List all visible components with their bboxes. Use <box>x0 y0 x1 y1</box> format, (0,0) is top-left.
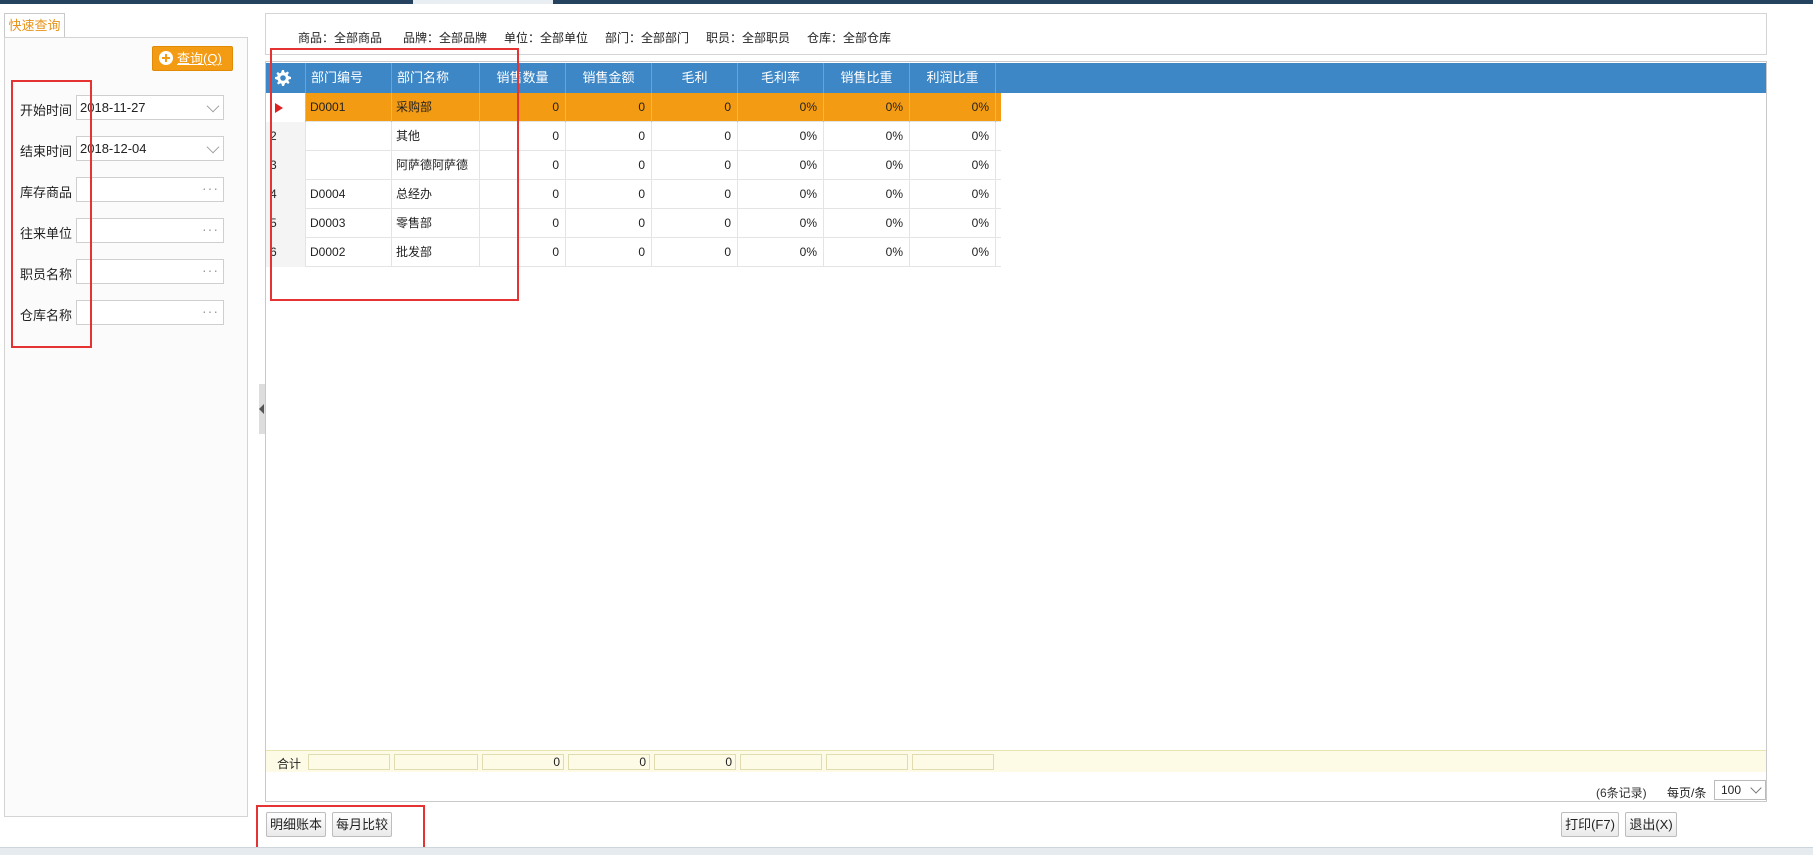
total-cell: 0 <box>654 754 736 770</box>
table-cell: 0 <box>652 93 738 122</box>
total-row: 合计 000 <box>266 750 1766 772</box>
table-cell: 0% <box>910 122 996 151</box>
date-field[interactable]: 2018-11-27 <box>76 95 224 120</box>
table-cell: 0 <box>652 122 738 151</box>
pager: (6条记录) 每页/条 100 <box>266 780 1766 802</box>
table-cell: 0% <box>910 151 996 180</box>
total-cell <box>740 754 822 770</box>
filter-staff: 职员：全部职员 <box>706 31 791 45</box>
table-cell: 0% <box>910 180 996 209</box>
column-header[interactable]: 销售比重 <box>824 63 910 93</box>
query-button-label: 查询(Q) <box>177 51 222 66</box>
table-cell: 0% <box>910 238 996 267</box>
per-page-label: 每页/条 <box>1667 786 1707 800</box>
table-cell: 0% <box>824 93 910 122</box>
table-cell: 0 <box>566 93 652 122</box>
table-cell: 0 <box>652 151 738 180</box>
more-dots-icon[interactable]: ··· <box>202 262 219 278</box>
table-cell: 0% <box>738 122 824 151</box>
table-cell: 0% <box>738 93 824 122</box>
table-cell: 0% <box>824 209 910 238</box>
active-tab-strip <box>413 0 553 4</box>
top-app-bar <box>0 0 1813 4</box>
table-cell: 0 <box>566 122 652 151</box>
table-cell: 0% <box>738 180 824 209</box>
filter-unit: 单位：全部单位 <box>504 31 589 45</box>
filter-product: 商品：全部商品 <box>298 31 383 45</box>
table-cell: 0 <box>652 209 738 238</box>
per-page-select[interactable]: 100 <box>1714 780 1766 800</box>
filter-brand: 品牌：全部品牌 <box>403 31 488 45</box>
annotation-box-bottom-buttons <box>256 805 425 851</box>
table-cell: 0% <box>824 180 910 209</box>
total-cell <box>912 754 994 770</box>
table-cell: 0% <box>738 151 824 180</box>
filter-department: 部门：全部部门 <box>605 31 690 45</box>
picker-field[interactable]: ··· <box>76 300 224 325</box>
exit-button[interactable]: 退出(X) <box>1625 812 1677 837</box>
table-cell: 0% <box>910 209 996 238</box>
annotation-box-labels <box>11 80 92 348</box>
date-field[interactable]: 2018-12-04 <box>76 136 224 161</box>
column-header[interactable]: 毛利率 <box>738 63 824 93</box>
print-button[interactable]: 打印(F7) <box>1561 812 1619 837</box>
more-dots-icon[interactable]: ··· <box>202 221 219 237</box>
table-cell: 0 <box>566 209 652 238</box>
table-cell: 0% <box>910 93 996 122</box>
column-header[interactable]: 销售金额 <box>566 63 652 93</box>
plus-circle-icon <box>159 51 173 65</box>
table-cell: 0 <box>566 238 652 267</box>
more-dots-icon[interactable]: ··· <box>202 180 219 196</box>
table-cell: 0% <box>824 151 910 180</box>
table-cell: 0 <box>566 151 652 180</box>
filter-warehouse: 仓库：全部仓库 <box>807 31 892 45</box>
per-page-value: 100 <box>1721 783 1742 797</box>
table-cell: 0% <box>824 238 910 267</box>
table-cell: 0 <box>566 180 652 209</box>
tab-quick-query[interactable]: 快速查询 <box>4 13 65 38</box>
total-cell <box>308 754 390 770</box>
record-count: (6条记录) <box>1596 786 1647 800</box>
more-dots-icon[interactable]: ··· <box>202 303 219 319</box>
query-button[interactable]: 查询(Q) <box>152 46 233 71</box>
column-header[interactable]: 毛利 <box>652 63 738 93</box>
picker-field[interactable]: ··· <box>76 259 224 284</box>
total-cell <box>394 754 478 770</box>
picker-field[interactable]: ··· <box>76 218 224 243</box>
status-bar <box>0 847 1813 855</box>
column-header[interactable]: 利润比重 <box>910 63 996 93</box>
chevron-down-icon[interactable] <box>206 140 220 154</box>
total-cell <box>826 754 908 770</box>
chevron-down-icon[interactable] <box>206 99 220 113</box>
table-cell: 0% <box>738 209 824 238</box>
total-cell: 0 <box>568 754 650 770</box>
annotation-box-grid-columns <box>270 48 519 301</box>
table-cell: 0% <box>738 238 824 267</box>
total-cell: 0 <box>482 754 564 770</box>
total-label: 合计 <box>277 757 302 771</box>
picker-field[interactable]: ··· <box>76 177 224 202</box>
table-cell: 0% <box>824 122 910 151</box>
table-cell: 0 <box>652 238 738 267</box>
chevron-down-icon <box>1750 782 1762 794</box>
table-cell: 0 <box>652 180 738 209</box>
